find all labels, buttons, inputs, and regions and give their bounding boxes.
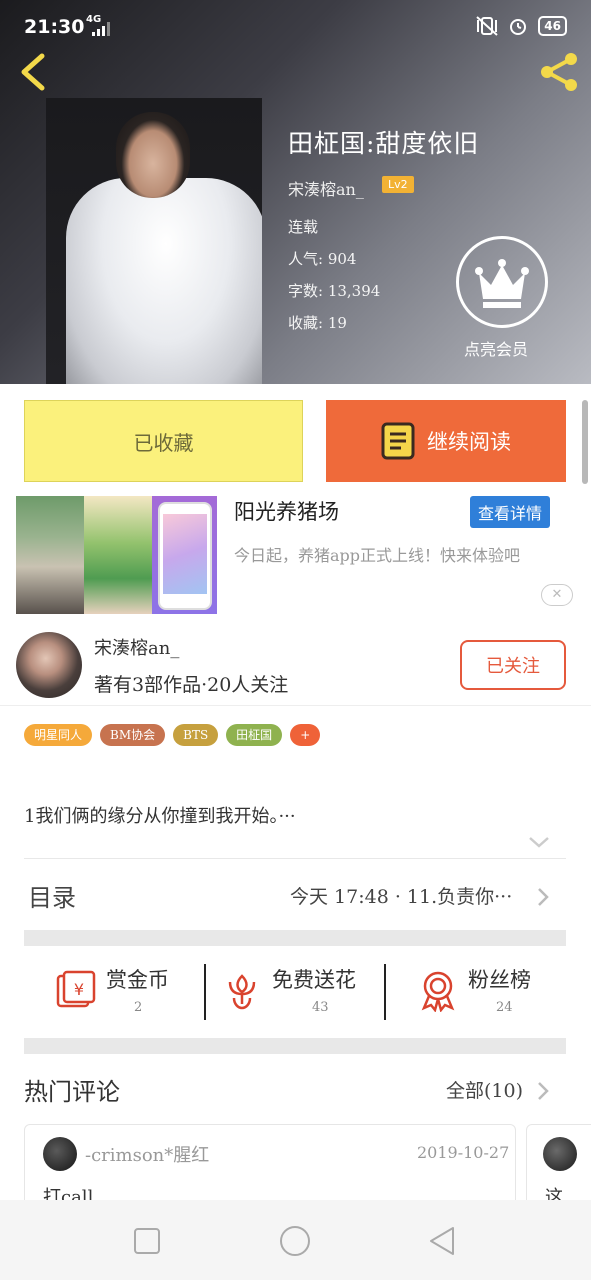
scrollbar[interactable]: [582, 400, 588, 484]
comment-text: 这: [545, 1187, 563, 1200]
continue-reading-label: 继续阅读: [427, 430, 511, 454]
svg-text:¥: ¥: [74, 980, 84, 999]
toc-label[interactable]: 目录: [28, 878, 76, 913]
system-navigation-bar: [0, 1200, 591, 1280]
book-status: 连载: [288, 218, 319, 236]
toc-latest-chapter[interactable]: 今天 17:48 · 11.负责你···: [290, 882, 512, 909]
book-word-count: 字数: 13,394: [288, 282, 381, 300]
medal-icon: [421, 971, 455, 1012]
status-time: 21:30: [24, 16, 85, 38]
book-detail-body: 已收藏 继续阅读 阳光养猪场 查看详情 今日起，养猪app正式上线！快来体验吧 …: [0, 384, 591, 1200]
ad-photo-hands: [84, 496, 152, 614]
avatar[interactable]: [43, 1137, 77, 1171]
coin-envelope-icon: ¥: [56, 970, 96, 1008]
share-icon[interactable]: [537, 52, 581, 92]
book-icon: [381, 422, 415, 460]
book-author[interactable]: 宋湊榕an_: [288, 176, 364, 200]
reward-coin-label: 赏金币: [106, 968, 169, 992]
cover-figure: [66, 178, 262, 384]
free-flower-count: 43: [312, 1000, 329, 1015]
status-bar: 21:30 4G 46: [0, 0, 591, 46]
ad-description: 今日起，养猪app正式上线！快来体验吧: [234, 546, 521, 565]
flower-icon: [228, 974, 256, 1010]
chevron-down-icon[interactable]: [528, 834, 550, 850]
book-cover[interactable]: [46, 98, 262, 384]
chevron-right-icon[interactable]: [536, 1080, 550, 1102]
tag-chip[interactable]: 明星同人: [24, 724, 93, 746]
section-divider: [24, 930, 566, 946]
alarm-icon: [510, 19, 527, 35]
status-icons: 46: [476, 16, 567, 36]
divider: [24, 858, 566, 859]
home-icon[interactable]: [278, 1224, 312, 1258]
avatar[interactable]: [16, 632, 82, 698]
signal-icon: [92, 22, 110, 36]
tag-list: 明星同人 BM协会 BTS 田柾国 +: [24, 724, 321, 746]
phone-image: [158, 502, 212, 610]
recent-apps-icon[interactable]: [130, 1224, 164, 1258]
ad-image[interactable]: [16, 496, 217, 614]
hot-comments-title: 热门评论: [24, 1078, 120, 1106]
comment-text: 打call: [43, 1187, 94, 1200]
fan-ranking-label: 粉丝榜: [468, 968, 531, 992]
ad-photo-phone: [152, 496, 217, 614]
author-panel[interactable]: 宋湊榕an_ 著有3部作品·20人关注 已关注: [0, 624, 591, 706]
comment-card[interactable]: -crimson*腥红 2019-10-27 打call: [24, 1124, 516, 1200]
book-header: 21:30 4G 46 田柾国:甜度依旧 宋湊榕an_ Lv2 连载 人气: 9…: [0, 0, 591, 384]
ad-photo-people: [16, 496, 84, 614]
follow-button[interactable]: 已关注: [460, 640, 566, 690]
vip-button[interactable]: [456, 236, 548, 328]
book-title: 田柾国:甜度依旧: [288, 129, 480, 158]
continue-reading-button[interactable]: 继续阅读: [326, 400, 566, 482]
battery-indicator: 46: [538, 16, 567, 36]
book-popularity: 人气: 904: [288, 250, 357, 268]
book-favorites: 收藏: 19: [288, 314, 347, 332]
comment-card[interactable]: 这: [526, 1124, 591, 1200]
support-stats: ¥ 赏金币 2 免费送花 43 粉丝榜 24: [24, 948, 566, 1038]
comment-date: 2019-10-27: [417, 1143, 510, 1162]
divider: [384, 964, 386, 1020]
author-works-summary: 著有3部作品·20人关注: [94, 674, 289, 696]
author-level-badge: Lv2: [382, 176, 414, 193]
tag-chip[interactable]: BM协会: [100, 724, 166, 746]
cover-head: [116, 112, 190, 198]
ad-banner[interactable]: 阳光养猪场 查看详情 今日起，养猪app正式上线！快来体验吧 ✕: [16, 496, 576, 616]
vip-label[interactable]: 点亮会员: [464, 336, 528, 360]
fan-ranking-count: 24: [496, 1000, 513, 1015]
tag-more-button[interactable]: +: [290, 724, 321, 746]
tag-chip[interactable]: BTS: [173, 724, 219, 746]
ad-detail-button[interactable]: 查看详情: [470, 496, 551, 528]
vibrate-icon: [476, 16, 498, 36]
chevron-right-icon[interactable]: [536, 886, 550, 908]
crown-icon: [475, 259, 529, 308]
back-icon[interactable]: [426, 1224, 460, 1258]
reward-coin-count: 2: [134, 1000, 143, 1015]
all-comments-link[interactable]: 全部(10): [446, 1076, 523, 1103]
back-arrow-icon[interactable]: [16, 52, 50, 92]
divider: [204, 964, 206, 1020]
avatar[interactable]: [543, 1137, 577, 1171]
author-name[interactable]: 宋湊榕an_: [94, 634, 179, 660]
comment-username[interactable]: -crimson*腥红: [85, 1141, 209, 1167]
free-flower-label: 免费送花: [272, 968, 356, 992]
tag-chip[interactable]: 田柾国: [226, 724, 283, 746]
ad-close-icon[interactable]: ✕: [541, 584, 573, 606]
ad-title[interactable]: 阳光养猪场: [234, 496, 339, 526]
saved-button[interactable]: 已收藏: [24, 400, 303, 482]
section-divider: [24, 1038, 566, 1054]
book-intro[interactable]: 1我们俩的缘分从你撞到我开始。···: [24, 802, 296, 828]
